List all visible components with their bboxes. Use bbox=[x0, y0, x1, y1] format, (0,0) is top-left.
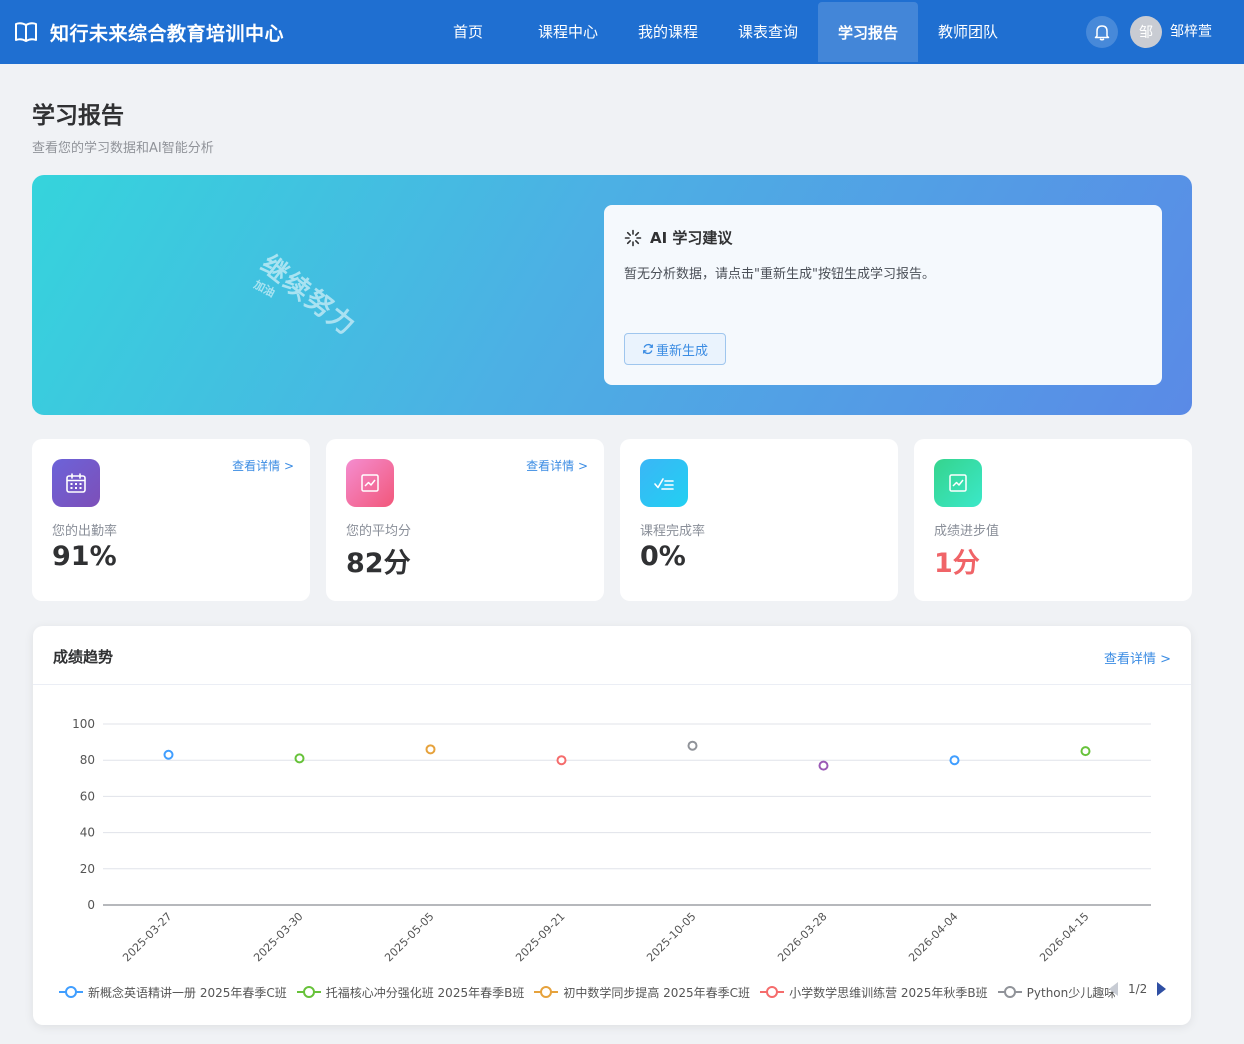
nav-learning-report[interactable]: 学习报告 bbox=[818, 2, 918, 62]
x-tick-label: 2025-09-21 bbox=[513, 910, 567, 964]
nav-home[interactable]: 首页 bbox=[418, 0, 518, 62]
stat-label: 您的出勤率 bbox=[52, 524, 118, 539]
legend-marker bbox=[296, 985, 321, 999]
y-tick-label: 20 bbox=[80, 862, 95, 876]
legend-pager: 1/2 bbox=[1109, 982, 1167, 996]
score-trend-chart: 0 20 40 60 80 100 2025-03-27 2025-03-30 2025-05-… bbox=[72, 717, 1151, 964]
top-navbar: 知行未来综合教育培训中心 首页 课程中心 我的课程 课表查询 学习报告 教师团队… bbox=[0, 0, 1244, 64]
legend-marker bbox=[59, 985, 83, 999]
nav-my-courses[interactable]: 我的课程 bbox=[618, 0, 718, 62]
y-tick-label: 80 bbox=[80, 753, 95, 767]
data-point[interactable] bbox=[1080, 746, 1091, 757]
avatar[interactable]: 邹 bbox=[1130, 16, 1162, 48]
checklist-icon bbox=[654, 478, 674, 490]
ai-suggestion-title: AI 学习建议 bbox=[624, 227, 732, 248]
x-tick-label: 2025-03-27 bbox=[120, 910, 174, 964]
attendance-detail-link[interactable]: 查看详情 > bbox=[232, 457, 294, 474]
legend-label: 托福核心冲分强化班 2025年春季B班 bbox=[325, 985, 525, 1000]
stat-icon-completion-rate bbox=[640, 459, 688, 507]
x-tick-label: 2026-04-15 bbox=[1037, 910, 1091, 964]
notification-button[interactable] bbox=[1086, 16, 1118, 48]
chart-up-icon bbox=[949, 474, 967, 492]
stat-card-average-score: 查看详情 > 您的平均分 82分 bbox=[326, 439, 604, 601]
chart-legend: 新概念英语精讲一册 2025年春季C班 托福核心冲分强化班 2025年春季B班 初中… bbox=[59, 982, 1179, 1002]
data-point[interactable] bbox=[425, 744, 436, 755]
main-nav: 首页 课程中心 我的课程 课表查询 学习报告 教师团队 bbox=[418, 0, 1018, 64]
y-tick-label: 0 bbox=[87, 898, 95, 912]
legend-label: 新概念英语精讲一册 2025年春季C班 bbox=[88, 985, 287, 1000]
y-tick-label: 60 bbox=[80, 789, 95, 803]
stat-icon-average-score bbox=[346, 459, 394, 507]
data-point[interactable] bbox=[294, 753, 305, 764]
legend-label: 初中数学同步提高 2025年春季C班 bbox=[563, 985, 751, 1000]
data-point[interactable] bbox=[687, 740, 698, 751]
chart-up-icon bbox=[361, 474, 379, 492]
legend-marker bbox=[534, 985, 559, 999]
ai-suggestion-card: AI 学习建议 暂无分析数据，请点击"重新生成"按钮生成学习报告。 重新生成 bbox=[604, 205, 1162, 385]
report-banner: 继续努力 加油 AI 学习建议 暂无分析数据，请点击"重新生成"按钮生成学习报告… bbox=[32, 175, 1192, 415]
stat-card-completion-rate: 课程完成率 0% bbox=[620, 439, 898, 601]
legend-item[interactable]: 新概念英语精讲一册 2025年春季C班 bbox=[59, 984, 287, 1001]
brand[interactable]: 知行未来综合教育培训中心 bbox=[14, 0, 284, 64]
legend-item[interactable]: 初中数学同步提高 2025年春季C班 bbox=[534, 984, 750, 1001]
ai-suggestion-text: 暂无分析数据，请点击"重新生成"按钮生成学习报告。 bbox=[624, 267, 935, 282]
y-tick-label: 40 bbox=[80, 826, 95, 840]
nav-schedule[interactable]: 课表查询 bbox=[718, 0, 818, 62]
average-score-detail-link[interactable]: 查看详情 > bbox=[526, 457, 588, 474]
nav-teachers[interactable]: 教师团队 bbox=[918, 0, 1018, 62]
legend-page-indicator: 1/2 bbox=[1128, 982, 1148, 996]
legend-item[interactable]: 小学数学思维训练营 2025年秋季B班 bbox=[760, 984, 988, 1001]
stat-icon-progress bbox=[934, 459, 982, 507]
legend-item[interactable]: Python少儿趣味 bbox=[997, 984, 1115, 1001]
legend-marker bbox=[997, 985, 1022, 999]
legend-prev-arrow[interactable] bbox=[1109, 982, 1118, 996]
stat-value: 0% bbox=[640, 541, 686, 572]
data-point[interactable] bbox=[949, 755, 960, 766]
data-point[interactable] bbox=[556, 755, 567, 766]
nav-course-center[interactable]: 课程中心 bbox=[518, 0, 618, 62]
refresh-icon bbox=[642, 343, 654, 355]
x-tick-label: 2025-10-05 bbox=[644, 910, 698, 964]
regenerate-label: 重新生成 bbox=[655, 343, 708, 359]
data-point[interactable] bbox=[163, 749, 174, 760]
brand-name: 知行未来综合教育培训中心 bbox=[50, 22, 285, 45]
ai-title-text: AI 学习建议 bbox=[650, 229, 733, 247]
loading-icon bbox=[624, 229, 642, 246]
page-title: 学习报告 bbox=[32, 103, 124, 129]
stat-label: 您的平均分 bbox=[346, 524, 412, 539]
score-trend-card: 成绩趋势 查看详情 > 0 20 40 60 80 100 2025-03-27 2025-0… bbox=[33, 626, 1191, 1025]
legend-marker bbox=[760, 985, 785, 999]
stat-card-attendance: 查看详情 > 您的出勤率 91% bbox=[32, 439, 310, 601]
stat-value: 82分 bbox=[346, 548, 411, 579]
stat-icon-attendance bbox=[52, 459, 100, 507]
x-tick-label: 2025-05-05 bbox=[382, 910, 436, 964]
x-tick-label: 2025-03-30 bbox=[251, 910, 305, 964]
regenerate-button[interactable]: 重新生成 bbox=[624, 333, 726, 365]
encouragement-stamp: 继续努力 加油 bbox=[252, 245, 365, 343]
book-icon bbox=[15, 22, 37, 42]
stat-label: 成绩进步值 bbox=[934, 524, 1000, 539]
stat-card-progress: 成绩进步值 1分 bbox=[914, 439, 1192, 601]
legend-label: 小学数学思维训练营 2025年秋季B班 bbox=[789, 985, 988, 1000]
x-tick-label: 2026-03-28 bbox=[775, 910, 829, 964]
bell-icon bbox=[1094, 25, 1110, 41]
stat-value: 1分 bbox=[934, 548, 980, 579]
legend-item[interactable]: 托福核心冲分强化班 2025年春季B班 bbox=[296, 984, 525, 1001]
data-point[interactable] bbox=[818, 760, 829, 771]
page-subtitle: 查看您的学习数据和AI智能分析 bbox=[32, 141, 214, 156]
legend-label: Python少儿趣味 bbox=[1026, 985, 1115, 1000]
stat-label: 课程完成率 bbox=[640, 524, 706, 539]
legend-next-arrow[interactable] bbox=[1157, 982, 1167, 996]
calendar-icon bbox=[66, 473, 86, 493]
username[interactable]: 邹梓萱 bbox=[1170, 0, 1212, 64]
stat-value: 91% bbox=[52, 541, 117, 572]
x-tick-label: 2026-04-04 bbox=[906, 910, 960, 964]
y-tick-label: 100 bbox=[72, 717, 95, 731]
